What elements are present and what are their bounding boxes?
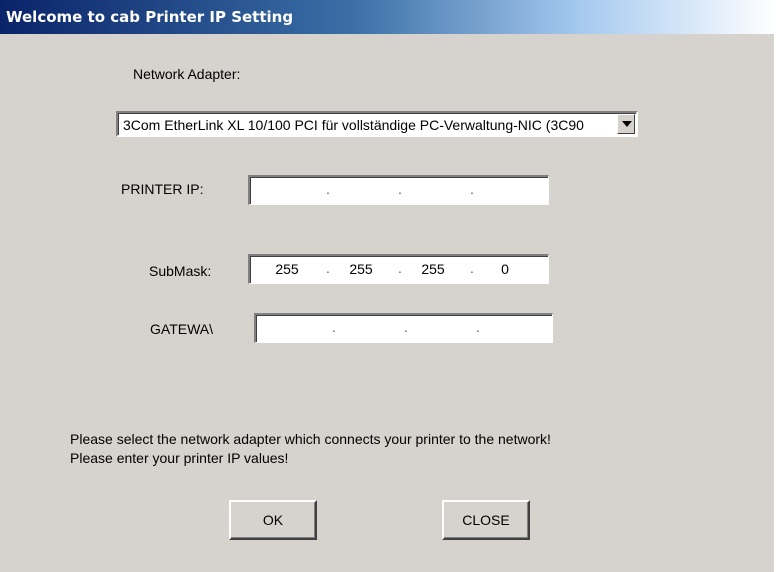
printer-ip-field[interactable]: . . . bbox=[248, 175, 549, 205]
submask-octet-4[interactable]: 0 bbox=[480, 261, 530, 277]
title-bar[interactable]: Welcome to cab Printer IP Setting bbox=[0, 0, 776, 34]
ip-separator: . bbox=[332, 319, 336, 335]
ip-setting-window: Welcome to cab Printer IP Setting Networ… bbox=[0, 0, 777, 572]
window-title: Welcome to cab Printer IP Setting bbox=[6, 8, 294, 26]
instruction-line-2: Please enter your printer IP values! bbox=[70, 450, 289, 466]
submask-octet-2[interactable]: 255 bbox=[336, 261, 386, 277]
network-adapter-value: 3Com EtherLink XL 10/100 PCI für vollstä… bbox=[123, 117, 584, 133]
submask-octet-1[interactable]: 255 bbox=[262, 261, 312, 277]
ip-separator: . bbox=[476, 319, 480, 335]
network-adapter-label: Network Adapter: bbox=[133, 66, 241, 82]
network-adapter-select[interactable]: 3Com EtherLink XL 10/100 PCI für vollstä… bbox=[116, 111, 638, 137]
submask-octet-3[interactable]: 255 bbox=[408, 261, 458, 277]
gateway-field[interactable]: . . . bbox=[254, 313, 553, 343]
dropdown-button[interactable] bbox=[617, 114, 635, 134]
ip-separator: . bbox=[326, 181, 330, 197]
printer-ip-label: PRINTER IP: bbox=[121, 181, 204, 197]
chevron-down-icon bbox=[622, 121, 632, 127]
ip-separator: . bbox=[470, 181, 474, 197]
close-button[interactable]: CLOSE bbox=[442, 500, 530, 540]
ip-separator: . bbox=[326, 260, 330, 276]
ip-separator: . bbox=[398, 260, 402, 276]
ok-button[interactable]: OK bbox=[229, 500, 317, 540]
ip-separator: . bbox=[470, 260, 474, 276]
submask-label: SubMask: bbox=[149, 263, 212, 279]
ip-separator: . bbox=[404, 319, 408, 335]
submask-field[interactable]: 255 . 255 . 255 . 0 bbox=[248, 254, 549, 284]
ip-separator: . bbox=[398, 181, 402, 197]
gateway-label: GATEWA\ bbox=[150, 321, 213, 337]
instruction-line-1: Please select the network adapter which … bbox=[70, 431, 551, 447]
